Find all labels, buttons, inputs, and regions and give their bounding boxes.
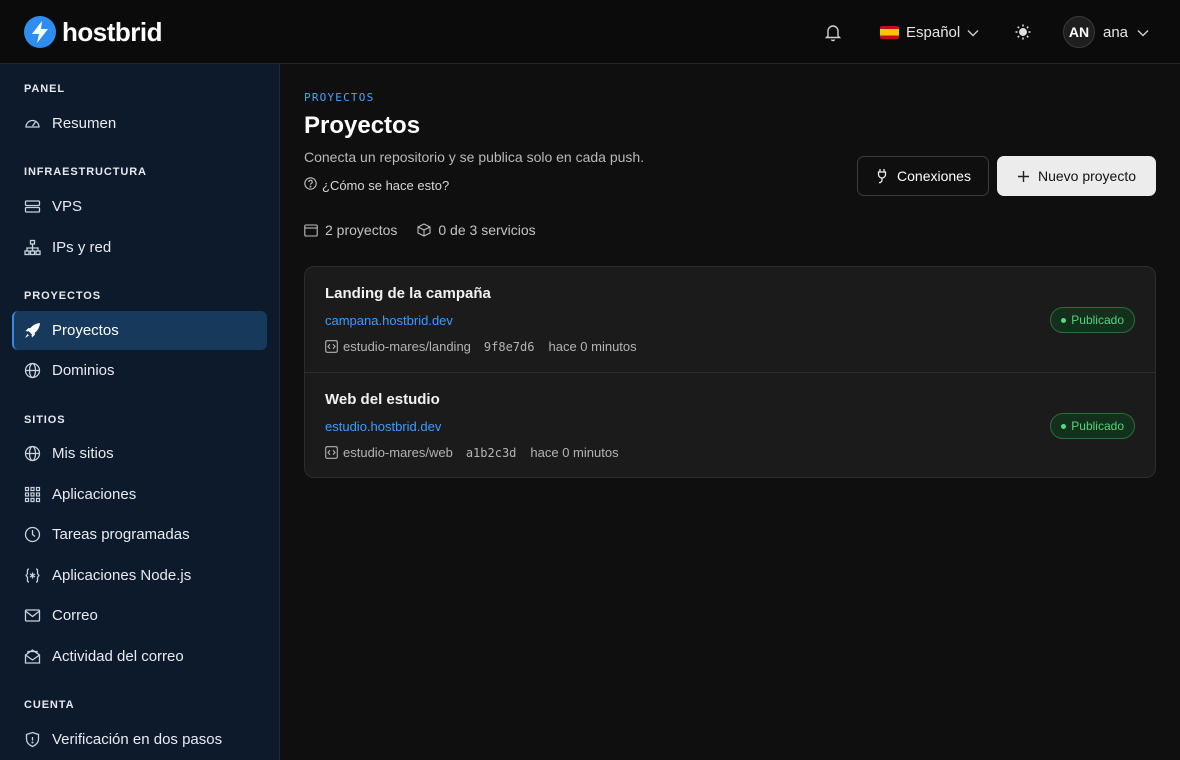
chevron-down-icon <box>967 24 979 41</box>
status-dot <box>1061 317 1067 323</box>
brand-logo[interactable]: hostbrid <box>24 16 163 48</box>
sidebar-item-label: VPS <box>52 198 83 215</box>
project-row[interactable]: Landing de la campaña campana.hostbrid.d… <box>305 267 1155 372</box>
section-title-cuenta: CUENTA <box>24 699 75 711</box>
spain-flag-icon <box>880 25 899 39</box>
window-icon <box>304 223 318 237</box>
user-menu[interactable]: AN ana <box>1063 16 1149 48</box>
project-commit: a1b2c3d <box>465 445 517 460</box>
network-icon <box>24 239 41 256</box>
sidebar-item-label: Correo <box>52 607 98 624</box>
bolt-icon <box>24 16 56 48</box>
plus-icon <box>1017 170 1030 183</box>
section-title-infraestructura: INFRAESTRUCTURA <box>24 166 147 178</box>
gauge-icon <box>24 115 41 132</box>
sidebar-item-label: Resumen <box>52 115 117 132</box>
sidebar-item-label: Mis sitios <box>52 445 114 462</box>
help-link[interactable]: ¿Cómo se hace esto? <box>304 177 449 193</box>
sidebar-item-correo[interactable]: Correo <box>12 596 267 635</box>
question-circle-icon <box>304 177 317 193</box>
clock-icon <box>24 526 41 543</box>
sidebar-item-label: Aplicaciones <box>52 486 137 503</box>
status-label: Publicado <box>1071 419 1124 433</box>
mail-open-icon <box>24 648 41 665</box>
project-name: Landing de la campaña <box>325 285 491 302</box>
connections-label: Conexiones <box>897 168 971 184</box>
globe-icon <box>24 445 41 462</box>
sidebar-item-dominios[interactable]: Dominios <box>12 351 267 390</box>
globe-icon <box>24 362 41 379</box>
sidebar-item-vps[interactable]: VPS <box>12 187 267 226</box>
project-meta: estudio-mares/landing 9f8e7d6 hace 0 min… <box>325 339 637 354</box>
project-commit: 9f8e7d6 <box>483 339 535 354</box>
language-selector[interactable]: Español <box>880 20 979 44</box>
projects-count-label: 2 proyectos <box>325 222 398 238</box>
sidebar: PANEL Resumen INFRAESTRUCTURA VPS IPs y … <box>0 64 280 760</box>
shield-icon <box>24 731 41 748</box>
sidebar-item-label: Verificación en dos pasos <box>52 731 223 748</box>
brand-name: hostbrid <box>62 16 163 47</box>
breadcrumb: PROYECTOS <box>304 91 375 104</box>
services-count: 0 de 3 servicios <box>417 222 536 238</box>
project-url-link[interactable]: campana.hostbrid.dev <box>325 313 453 328</box>
project-repo: estudio-mares/landing <box>343 339 471 354</box>
project-updated: hace 0 minutos <box>530 445 619 460</box>
connections-button[interactable]: Conexiones <box>857 156 989 196</box>
chevron-down-icon <box>1137 24 1149 41</box>
sidebar-item-label: Tareas programadas <box>52 526 190 543</box>
help-link-label: ¿Cómo se hace esto? <box>322 177 450 193</box>
avatar: AN <box>1063 16 1095 48</box>
status-badge: Publicado <box>1050 413 1135 439</box>
sidebar-item-tareas-programadas[interactable]: Tareas programadas <box>12 515 267 554</box>
grid-icon <box>24 486 41 503</box>
code-icon <box>325 446 338 459</box>
page-title: Proyectos <box>304 112 421 139</box>
project-row[interactable]: Web del estudio estudio.hostbrid.dev est… <box>305 372 1155 477</box>
project-name: Web del estudio <box>325 391 440 408</box>
mail-icon <box>24 607 41 624</box>
plug-icon <box>875 168 889 184</box>
rocket-icon <box>24 322 41 339</box>
sidebar-item-label: Actividad del correo <box>52 648 184 665</box>
status-dot <box>1061 423 1067 429</box>
sidebar-item-label: Dominios <box>52 362 115 379</box>
project-url-link[interactable]: estudio.hostbrid.dev <box>325 419 441 434</box>
project-updated: hace 0 minutos <box>548 339 637 354</box>
sidebar-item-resumen[interactable]: Resumen <box>12 104 267 143</box>
status-label: Publicado <box>1071 313 1124 327</box>
braces-icon <box>24 567 41 584</box>
new-project-button[interactable]: Nuevo proyecto <box>997 156 1156 196</box>
projects-count: 2 proyectos <box>304 222 397 238</box>
box-icon <box>417 223 431 237</box>
sidebar-item-mis-sitios[interactable]: Mis sitios <box>12 434 267 473</box>
sidebar-item-aplicaciones-nodejs[interactable]: Aplicaciones Node.js <box>12 556 267 595</box>
main-content: PROYECTOS Proyectos Conecta un repositor… <box>281 64 1180 760</box>
section-title-panel: PANEL <box>24 83 65 95</box>
language-label: Español <box>906 23 961 41</box>
services-count-label: 0 de 3 servicios <box>438 222 536 238</box>
new-project-label: Nuevo proyecto <box>1037 168 1137 184</box>
bell-icon[interactable] <box>822 21 844 43</box>
sidebar-item-proyectos[interactable]: Proyectos <box>12 311 267 350</box>
sidebar-item-verificacion-dos-pasos[interactable]: Verificación en dos pasos <box>12 720 267 759</box>
sidebar-item-label: Proyectos <box>52 322 119 339</box>
project-repo: estudio-mares/web <box>343 445 453 460</box>
section-title-sitios: SITIOS <box>24 414 66 426</box>
projects-list: Landing de la campaña campana.hostbrid.d… <box>304 266 1156 478</box>
user-name: ana <box>1103 23 1129 41</box>
page-subtitle: Conecta un repositorio y se publica solo… <box>304 149 645 165</box>
code-icon <box>325 340 338 353</box>
sidebar-item-label: IPs y red <box>52 239 112 256</box>
server-icon <box>24 198 41 215</box>
sun-icon[interactable] <box>1012 21 1034 43</box>
project-meta: estudio-mares/web a1b2c3d hace 0 minutos <box>325 445 619 460</box>
project-stats: 2 proyectos 0 de 3 servicios <box>304 222 556 238</box>
sidebar-item-actividad-del-correo[interactable]: Actividad del correo <box>12 637 267 676</box>
status-badge: Publicado <box>1050 307 1135 333</box>
sidebar-item-ips-y-red[interactable]: IPs y red <box>12 228 267 267</box>
sidebar-item-aplicaciones[interactable]: Aplicaciones <box>12 475 267 514</box>
top-bar: hostbrid Español AN ana <box>0 0 1180 64</box>
section-title-proyectos: PROYECTOS <box>24 290 101 302</box>
sidebar-item-label: Aplicaciones Node.js <box>52 567 192 584</box>
